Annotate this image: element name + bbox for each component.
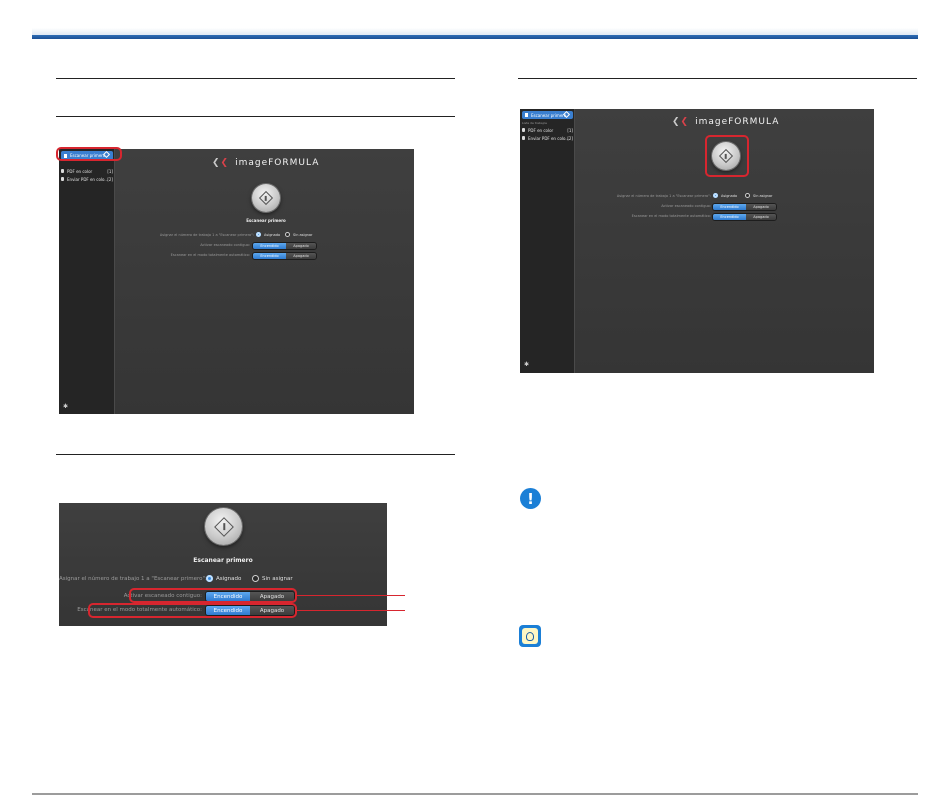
app-logo: ❮❮ imageFORMULA [212,158,319,168]
toggle-on[interactable]: Encendido [713,204,746,210]
section-rule [518,78,917,79]
job-item-count: [2] [567,135,573,141]
radio-label: Asignado [264,232,281,237]
sidebar-item-scan-first[interactable]: Escanear primero [522,110,573,119]
lightbulb-icon [519,625,541,647]
scan-diamond-icon [258,190,274,206]
gear-icon[interactable]: ✱ [524,361,529,368]
toggle-on[interactable]: Encendido [253,253,286,259]
job-item-count: [2] [107,176,113,182]
assign-option-label: Asignar el número de trabajo 1 a "Escane… [616,194,711,198]
radio-off-icon [285,232,290,237]
app-logo: ❮❮ imageFORMULA [672,117,779,127]
scan-first-title: Escanear primero [246,218,286,223]
continuous-option-label: Activar escaneado contiguo: [200,243,250,247]
radio-label: Sin asignar [262,575,293,582]
continuous-toggle[interactable]: Encendido Apagado [712,203,777,211]
job-item-count: [1] [567,127,573,133]
scan-diamond-icon [213,516,234,537]
radio-label: Sin asignar [293,232,313,237]
radio-assigned[interactable]: Asignado [256,232,280,237]
logo-mark-icon: ❮❮ [212,158,230,168]
highlight-auto-option [88,603,297,618]
job-item-name: PDF en color [67,168,93,174]
radio-label: Asignado [216,575,242,582]
radio-unassigned[interactable]: Sin asignar [285,232,313,237]
document-icon [61,177,64,181]
scan-first-button[interactable] [205,508,242,545]
section-rule [56,116,455,117]
job-item-name: Enviar PDF en colo... [528,135,570,141]
auto-option-label: Escanear en el modo totalmente automátic… [170,253,250,257]
callout-leader-line [297,610,405,611]
footer-rule [32,793,918,795]
header-rule [32,35,918,39]
job-item[interactable]: PDF en color [1] [61,168,113,174]
job-item[interactable]: Enviar PDF en colo... [2] [522,135,573,141]
logo-mark-icon: ❮❮ [672,117,690,127]
assign-option-label: Asignar el número de trabajo 1 a "Escane… [159,233,254,237]
sidebar: Escanear primero Lista de trabajos PDF e… [520,109,575,373]
doc-icon [525,113,528,117]
sidebar-item-label: Escanear primero [531,112,567,118]
auto-toggle[interactable]: Encendido Apagado [712,213,777,221]
auto-toggle[interactable]: Encendido Apagado [252,252,317,260]
toggle-off[interactable]: Apagado [286,243,316,249]
document-icon [522,136,525,140]
logo-text: imageFORMULA [695,117,780,127]
radio-on-icon [713,193,718,198]
job-item[interactable]: Enviar PDF en colo... [2] [61,176,113,182]
section-rule [56,454,455,455]
toggle-off[interactable]: Apagado [746,204,776,210]
gear-icon[interactable]: ✱ [63,403,68,410]
scan-first-title: Escanear primero [193,557,253,564]
sidebar-group-header: Lista de trabajos [522,121,547,125]
radio-on-icon [256,232,261,237]
assign-option-label: Asignar el número de trabajo 1 a "Escane… [59,576,207,582]
toggle-off[interactable]: Apagado [746,214,776,220]
auto-option-label: Escanear en el modo totalmente automátic… [631,214,711,218]
highlight-scan-button [705,135,749,177]
highlight-sidebar-item [56,147,122,161]
job-item-count: [1] [107,168,113,174]
radio-on-icon [206,575,213,582]
screenshot-scan-first-selected: Escanear primero Lista de trabajos PDF e… [520,109,874,373]
radio-off-icon [252,575,259,582]
logo-text: imageFORMULA [235,158,320,168]
toggle-on[interactable]: Encendido [713,214,746,220]
continuous-toggle[interactable]: Encendido Apagado [252,242,317,250]
continuous-option-label: Activar escaneado contiguo: [661,204,711,208]
radio-label: Sin asignar [753,193,773,198]
scan-first-button[interactable] [252,184,280,212]
job-item[interactable]: PDF en color [1] [522,127,573,133]
toggle-on[interactable]: Encendido [253,243,286,249]
radio-label: Asignado [721,193,738,198]
toggle-off[interactable]: Apagado [286,253,316,259]
header-band [32,28,918,35]
highlight-continuous-option [129,588,297,603]
radio-unassigned[interactable]: Sin asignar [745,193,773,198]
section-rule [56,78,455,79]
callout-leader-line [297,595,405,596]
radio-off-icon [745,193,750,198]
radio-assigned[interactable]: Asignado [206,575,241,582]
job-item-name: Enviar PDF en colo... [67,176,109,182]
sidebar: Escanear primero PDF en color [1] Enviar… [59,149,115,414]
radio-unassigned[interactable]: Sin asignar [252,575,293,582]
document-icon [61,169,64,173]
radio-assigned[interactable]: Asignado [713,193,737,198]
screenshot-scan-first-window: Escanear primero PDF en color [1] Enviar… [59,149,414,414]
job-item-name: PDF en color [528,127,554,133]
document-icon [522,128,525,132]
exclamation-icon: ! [520,488,541,509]
